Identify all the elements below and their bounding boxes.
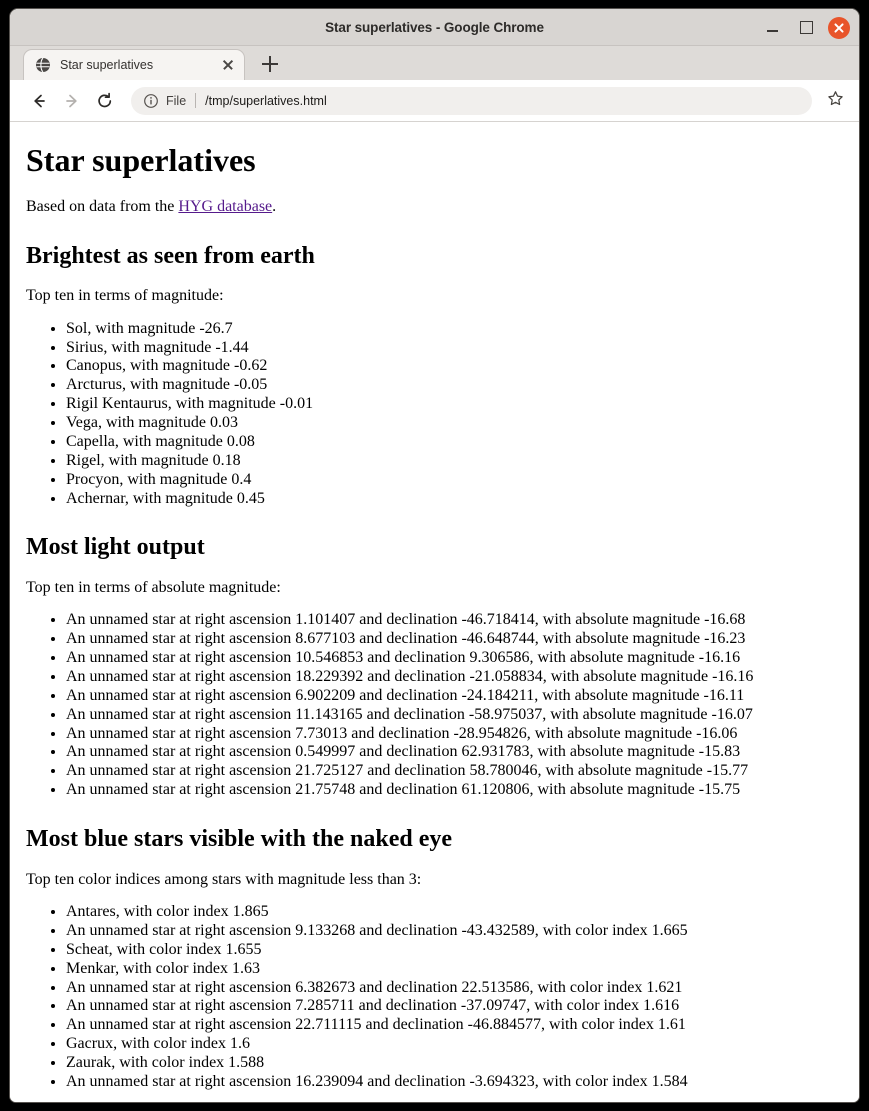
tab-star-superlatives[interactable]: Star superlatives <box>23 49 245 80</box>
list-item: Antares, with color index 1.865 <box>66 903 843 922</box>
list-item: Rigel, with magnitude 0.18 <box>66 452 843 471</box>
address-bar[interactable]: File /tmp/superlatives.html <box>131 86 812 115</box>
list-item: Scheat, with color index 1.655 <box>66 941 843 960</box>
section-heading-blue-stars: Most blue stars visible with the naked e… <box>26 826 452 853</box>
list-item: An unnamed star at right ascension 8.677… <box>66 630 843 649</box>
back-button[interactable] <box>24 86 54 116</box>
section-lead-brightest: Top ten in terms of magnitude: <box>26 287 224 305</box>
intro-suffix: . <box>272 198 277 216</box>
list-item: An unnamed star at right ascension 16.23… <box>66 1073 843 1092</box>
list-item: Zaurak, with color index 1.588 <box>66 1054 843 1073</box>
section-lead-blue-stars: Top ten color indices among stars with m… <box>26 870 422 888</box>
intro-paragraph: Based on data from the HYG database. <box>26 198 843 217</box>
page-viewport: Star superlatives Based on data from the… <box>10 122 859 1102</box>
omnibox-divider <box>195 93 197 108</box>
hyg-database-link[interactable]: HYG database <box>178 198 272 215</box>
list-brightest: Sol, with magnitude -26.7 Sirius, with m… <box>26 320 843 509</box>
intro-prefix: Based on data from the <box>26 198 179 216</box>
tab-title: Star superlatives <box>60 58 154 72</box>
title-bar: Star superlatives - Google Chrome <box>10 9 859 46</box>
url-scheme-label: File <box>166 93 187 108</box>
document-body: Star superlatives Based on data from the… <box>18 142 851 1092</box>
star-outline-icon <box>827 90 844 112</box>
list-item: An unnamed star at right ascension 7.285… <box>66 997 843 1016</box>
list-item: An unnamed star at right ascension 7.730… <box>66 725 843 744</box>
reload-button[interactable] <box>90 86 120 116</box>
browser-toolbar: File /tmp/superlatives.html <box>10 80 859 122</box>
minimize-button[interactable] <box>760 16 784 40</box>
close-tab-icon[interactable] <box>220 57 236 73</box>
list-item: An unnamed star at right ascension 11.14… <box>66 706 843 725</box>
tab-strip: Star superlatives <box>10 46 859 80</box>
section-lead-light-output: Top ten in terms of absolute magnitude: <box>26 578 281 596</box>
info-circle-icon[interactable] <box>143 93 159 109</box>
list-item: An unnamed star at right ascension 22.71… <box>66 1016 843 1035</box>
section-heading-light-output: Most light output <box>26 534 205 561</box>
list-light-output: An unnamed star at right ascension 1.101… <box>26 611 843 800</box>
new-tab-button[interactable] <box>255 49 285 79</box>
list-item: Rigil Kentaurus, with magnitude -0.01 <box>66 395 843 414</box>
list-item: An unnamed star at right ascension 6.902… <box>66 687 843 706</box>
bookmark-button[interactable] <box>821 87 849 115</box>
list-item: Sirius, with magnitude -1.44 <box>66 339 843 358</box>
list-item: Capella, with magnitude 0.08 <box>66 433 843 452</box>
list-item: An unnamed star at right ascension 6.382… <box>66 979 843 998</box>
list-item: Gacrux, with color index 1.6 <box>66 1035 843 1054</box>
list-item: An unnamed star at right ascension 18.22… <box>66 668 843 687</box>
list-item: Procyon, with magnitude 0.4 <box>66 471 843 490</box>
globe-icon <box>35 57 51 73</box>
list-item: An unnamed star at right ascension 0.549… <box>66 743 843 762</box>
maximize-button[interactable] <box>794 16 818 40</box>
window-title: Star superlatives - Google Chrome <box>325 19 544 35</box>
list-item: Arcturus, with magnitude -0.05 <box>66 376 843 395</box>
section-heading-brightest: Brightest as seen from earth <box>26 242 315 269</box>
url-text[interactable]: /tmp/superlatives.html <box>205 94 327 108</box>
forward-button[interactable] <box>57 86 87 116</box>
browser-window: Star superlatives - Google Chrome Star s… <box>9 8 860 1103</box>
list-item: Achernar, with magnitude 0.45 <box>66 490 843 509</box>
list-item: Vega, with magnitude 0.03 <box>66 414 843 433</box>
list-item: An unnamed star at right ascension 9.133… <box>66 922 843 941</box>
page-title: Star superlatives <box>26 142 256 178</box>
window-controls <box>760 9 850 46</box>
list-item: An unnamed star at right ascension 21.75… <box>66 781 843 800</box>
list-item: Sol, with magnitude -26.7 <box>66 320 843 339</box>
list-item: An unnamed star at right ascension 21.72… <box>66 762 843 781</box>
list-blue-stars: Antares, with color index 1.865 An unnam… <box>26 903 843 1092</box>
list-item: Canopus, with magnitude -0.62 <box>66 357 843 376</box>
close-window-button[interactable] <box>828 16 850 39</box>
list-item: Menkar, with color index 1.63 <box>66 960 843 979</box>
list-item: An unnamed star at right ascension 1.101… <box>66 611 843 630</box>
list-item: An unnamed star at right ascension 10.54… <box>66 649 843 668</box>
